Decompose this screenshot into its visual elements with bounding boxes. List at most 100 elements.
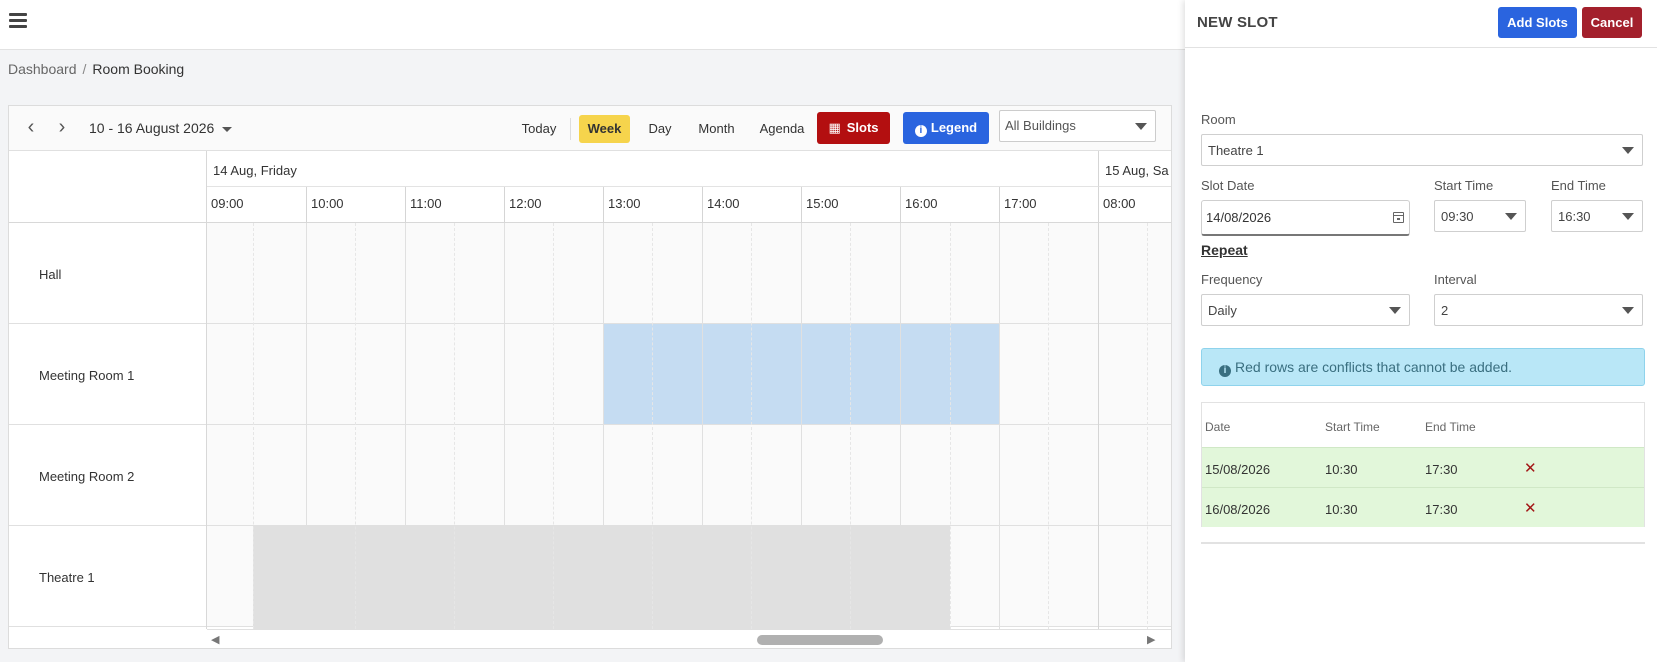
date-range-picker[interactable]: 10 - 16 August 2026 xyxy=(89,120,233,136)
hour-header: 10:00 xyxy=(306,187,405,223)
scroll-right-icon[interactable]: ▶ xyxy=(1147,633,1155,646)
room-name: Theatre 1 xyxy=(39,570,95,585)
grid-line xyxy=(900,223,901,629)
slot-date-value: 14/08/2026 xyxy=(1206,210,1272,225)
day-header: 14 Aug, Friday xyxy=(207,151,1098,187)
toolbar-divider xyxy=(570,118,571,140)
hour-header: 08:00 xyxy=(1098,187,1171,223)
next-arrow-icon[interactable]: › xyxy=(52,116,72,140)
legend-button[interactable]: i Legend xyxy=(903,112,989,144)
building-select[interactable]: All Buildings xyxy=(999,110,1156,142)
timeline-cells xyxy=(207,223,1171,629)
grid-line xyxy=(355,223,356,629)
hour-header: 09:00 xyxy=(207,187,306,223)
prev-arrow-icon[interactable]: ‹ xyxy=(21,116,41,140)
start-time-label: Start Time xyxy=(1434,178,1494,193)
info-icon: i xyxy=(914,125,927,137)
grid-line xyxy=(1147,223,1148,629)
calendar-icon[interactable] xyxy=(1393,212,1404,223)
delete-row-icon[interactable]: ✕ xyxy=(1524,459,1537,477)
row-date: 15/08/2026 xyxy=(1205,462,1271,477)
hour-header: 16:00 xyxy=(900,187,999,223)
slots-button[interactable]: ▦ Slots xyxy=(817,112,890,144)
timeline-row[interactable] xyxy=(207,223,1171,324)
hour-header: 14:00 xyxy=(702,187,801,223)
info-icon: i xyxy=(1219,365,1231,377)
room-name: Meeting Room 2 xyxy=(39,469,135,484)
day-header: 15 Aug, Sa xyxy=(1098,151,1171,187)
grid-line xyxy=(504,223,505,629)
panel-title: NEW SLOT xyxy=(1197,14,1278,31)
slot-date-input[interactable]: 14/08/2026 xyxy=(1201,200,1410,236)
grid-line xyxy=(751,223,752,629)
row-date: 16/08/2026 xyxy=(1205,502,1271,517)
today-button[interactable]: Today xyxy=(515,115,563,143)
interval-label: Interval xyxy=(1434,272,1477,287)
conflict-alert: i Red rows are conflicts that cannot be a… xyxy=(1201,348,1645,386)
view-day-button[interactable]: Day xyxy=(641,115,679,143)
room-row: Meeting Room 2 xyxy=(9,425,206,526)
table-header: Date Start Time End Time xyxy=(1202,403,1644,447)
room-column-header xyxy=(9,151,206,223)
new-slot-panel: NEW SLOT Add Slots Cancel Room Theatre 1… xyxy=(1185,0,1657,662)
view-agenda-button[interactable]: Agenda xyxy=(754,115,810,143)
add-slots-button[interactable]: Add Slots xyxy=(1498,7,1577,38)
breadcrumb: Dashboard / Room Booking xyxy=(8,61,184,77)
grid-line xyxy=(999,223,1000,629)
breadcrumb-separator: / xyxy=(82,61,87,77)
row-start-time: 10:30 xyxy=(1325,462,1358,477)
scheduler-toolbar: ‹ › 10 - 16 August 2026 Today Week Day M… xyxy=(9,106,1171,151)
room-row: Meeting Room 1 xyxy=(9,324,206,425)
breadcrumb-dashboard-link[interactable]: Dashboard xyxy=(8,61,77,77)
grid-line xyxy=(950,223,951,629)
grid-line xyxy=(1098,223,1099,629)
scrollbar-thumb[interactable] xyxy=(757,635,883,645)
room-label: Room xyxy=(1201,112,1236,127)
delete-row-icon[interactable]: ✕ xyxy=(1524,499,1537,517)
legend-label: Legend xyxy=(930,120,978,135)
interval-select[interactable]: 2 xyxy=(1434,294,1643,326)
grid-line xyxy=(454,223,455,629)
timeline-row[interactable] xyxy=(207,425,1171,526)
column-header: Start Time xyxy=(1325,420,1380,434)
room-row: Theatre 1 xyxy=(9,526,206,627)
frequency-select[interactable]: Daily xyxy=(1201,294,1410,326)
interval-value: 2 xyxy=(1441,303,1449,318)
grid-line xyxy=(801,223,802,629)
booked-slot-block[interactable] xyxy=(253,526,950,629)
grid-line xyxy=(652,223,653,629)
horizontal-scrollbar[interactable]: ◀ ▶ xyxy=(207,629,1171,648)
hour-header: 17:00 xyxy=(999,187,1098,223)
view-month-button[interactable]: Month xyxy=(689,115,744,143)
caret-down-icon xyxy=(1135,123,1147,130)
end-time-select[interactable]: 16:30 xyxy=(1551,200,1643,232)
breadcrumb-current: Room Booking xyxy=(92,61,185,77)
frequency-label: Frequency xyxy=(1201,272,1263,287)
grid-line xyxy=(553,223,554,629)
end-time-value: 16:30 xyxy=(1558,209,1591,224)
date-range-label: 10 - 16 August 2026 xyxy=(89,120,215,136)
hamburger-menu-icon[interactable] xyxy=(9,13,27,29)
caret-down-icon xyxy=(1622,213,1634,220)
room-select[interactable]: Theatre 1 xyxy=(1201,134,1643,166)
grid-line xyxy=(306,223,307,629)
view-week-button[interactable]: Week xyxy=(579,115,630,143)
frequency-value: Daily xyxy=(1208,303,1237,318)
room-column: Hall Meeting Room 1 Meeting Room 2 Theat… xyxy=(9,151,207,629)
caret-down-icon xyxy=(222,126,233,132)
end-time-label: End Time xyxy=(1551,178,1606,193)
hour-header: 15:00 xyxy=(801,187,900,223)
room-scheduler: ‹ › 10 - 16 August 2026 Today Week Day M… xyxy=(8,105,1172,649)
caret-down-icon xyxy=(1505,213,1517,220)
row-start-time: 10:30 xyxy=(1325,502,1358,517)
room-row: Hall xyxy=(9,223,206,324)
caret-down-icon xyxy=(1622,147,1634,154)
slots-table: Date Start Time End Time 15/08/2026 10:3… xyxy=(1201,402,1645,527)
scroll-left-icon[interactable]: ◀ xyxy=(211,633,219,646)
start-time-value: 09:30 xyxy=(1441,209,1474,224)
repeat-link[interactable]: Repeat xyxy=(1201,242,1248,258)
cancel-button[interactable]: Cancel xyxy=(1582,7,1642,38)
timeline: 14 Aug, Friday 15 Aug, Sa 09:00 10:00 11… xyxy=(207,151,1171,629)
scheduler-grid: Hall Meeting Room 1 Meeting Room 2 Theat… xyxy=(9,151,1171,629)
start-time-select[interactable]: 09:30 xyxy=(1434,200,1526,232)
